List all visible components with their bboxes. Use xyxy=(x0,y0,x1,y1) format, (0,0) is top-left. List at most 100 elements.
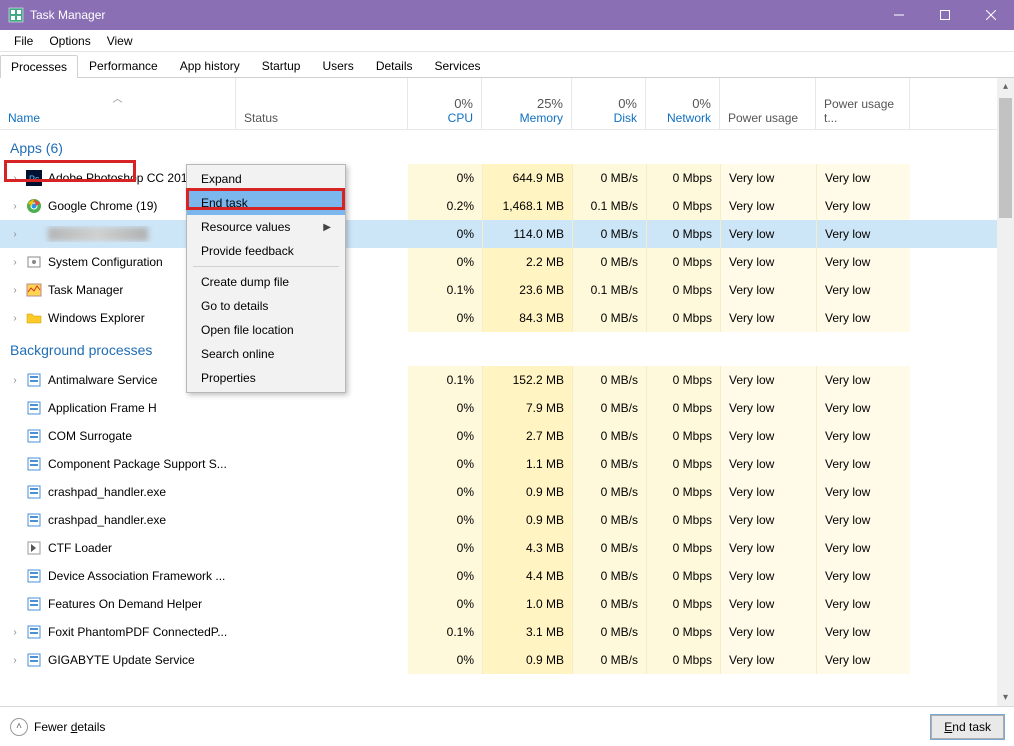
process-row[interactable]: ›Antimalware Service0.1%152.2 MB0 MB/s0 … xyxy=(0,366,1014,394)
tab-details[interactable]: Details xyxy=(365,54,424,77)
process-row[interactable]: ›System Configuration0%2.2 MB0 MB/s0 Mbp… xyxy=(0,248,1014,276)
process-row[interactable]: ›crashpad_handler.exe0%0.9 MB0 MB/s0 Mbp… xyxy=(0,506,1014,534)
process-row[interactable]: ›Component Package Support S...0%1.1 MB0… xyxy=(0,450,1014,478)
process-name: crashpad_handler.exe xyxy=(48,513,166,527)
col-power-trend[interactable]: Power usage t... xyxy=(816,78,910,129)
cell-disk: 0 MB/s xyxy=(572,220,646,248)
cell-pu: Very low xyxy=(720,366,816,394)
process-row[interactable]: ›0%114.0 MB0 MB/s0 MbpsVery lowVery low xyxy=(0,220,1014,248)
close-button[interactable] xyxy=(968,0,1014,30)
cell-mem: 23.6 MB xyxy=(482,276,572,304)
ctx-resource-values[interactable]: Resource values▶ xyxy=(187,215,345,239)
sq-icon xyxy=(26,372,42,388)
titlebar[interactable]: Task Manager xyxy=(0,0,1014,30)
cell-mem: 1.0 MB xyxy=(482,590,572,618)
process-name: System Configuration xyxy=(48,255,163,269)
cell-pu: Very low xyxy=(720,478,816,506)
expand-icon[interactable]: › xyxy=(10,313,20,324)
col-power-usage[interactable]: Power usage xyxy=(720,78,816,129)
process-row[interactable]: ›PsAdobe Photoshop CC 2014 (2)0%644.9 MB… xyxy=(0,164,1014,192)
cell-put: Very low xyxy=(816,562,910,590)
scroll-thumb[interactable] xyxy=(999,98,1012,218)
col-name[interactable]: ︿ Name xyxy=(0,78,236,129)
redacted-name xyxy=(48,227,148,241)
menu-options[interactable]: Options xyxy=(41,32,98,50)
ctx-properties[interactable]: Properties xyxy=(187,366,345,390)
process-name: Application Frame H xyxy=(48,401,157,415)
cell-net: 0 Mbps xyxy=(646,276,720,304)
col-memory[interactable]: 25%Memory xyxy=(482,78,572,129)
cell-net: 0 Mbps xyxy=(646,618,720,646)
cell-cpu: 0% xyxy=(408,534,482,562)
ctx-expand[interactable]: Expand xyxy=(187,167,345,191)
cell-mem: 4.4 MB xyxy=(482,562,572,590)
col-cpu[interactable]: 0%CPU xyxy=(408,78,482,129)
cell-disk: 0 MB/s xyxy=(572,534,646,562)
expand-icon[interactable]: › xyxy=(10,285,20,296)
cell-disk: 0 MB/s xyxy=(572,164,646,192)
menu-view[interactable]: View xyxy=(99,32,141,50)
maximize-button[interactable] xyxy=(922,0,968,30)
group-apps: Apps (6) xyxy=(0,130,1014,164)
cell-pu: Very low xyxy=(720,220,816,248)
end-task-button[interactable]: End task xyxy=(931,715,1004,739)
process-row[interactable]: ›Foxit PhantomPDF ConnectedP...0.1%3.1 M… xyxy=(0,618,1014,646)
sq-icon xyxy=(26,484,42,500)
ctx-end-task[interactable]: End task xyxy=(187,191,345,215)
process-row[interactable]: ›crashpad_handler.exe0%0.9 MB0 MB/s0 Mbp… xyxy=(0,478,1014,506)
fewer-details-button[interactable]: ˄ Fewer details xyxy=(10,718,105,736)
ctx-provide-feedback[interactable]: Provide feedback xyxy=(187,239,345,263)
expand-icon[interactable]: › xyxy=(10,229,20,240)
cell-pu: Very low xyxy=(720,562,816,590)
expand-icon[interactable]: › xyxy=(10,257,20,268)
expand-icon[interactable]: › xyxy=(10,375,20,386)
expand-icon[interactable]: › xyxy=(10,173,20,184)
tab-services[interactable]: Services xyxy=(424,54,492,77)
tab-startup[interactable]: Startup xyxy=(251,54,312,77)
ctx-open-file-location[interactable]: Open file location xyxy=(187,318,345,342)
cell-cpu: 0% xyxy=(408,422,482,450)
process-row[interactable]: ›CTF Loader0%4.3 MB0 MB/s0 MbpsVery lowV… xyxy=(0,534,1014,562)
cell-pu: Very low xyxy=(720,192,816,220)
cell-disk: 0 MB/s xyxy=(572,450,646,478)
cell-pu: Very low xyxy=(720,534,816,562)
minimize-button[interactable] xyxy=(876,0,922,30)
tab-performance[interactable]: Performance xyxy=(78,54,169,77)
tab-app-history[interactable]: App history xyxy=(169,54,251,77)
process-row[interactable]: ›Task Manager0.1%23.6 MB0.1 MB/s0 MbpsVe… xyxy=(0,276,1014,304)
process-row[interactable]: ›Windows Explorer0%84.3 MB0 MB/s0 MbpsVe… xyxy=(0,304,1014,332)
cell-net: 0 Mbps xyxy=(646,220,720,248)
expand-icon[interactable]: › xyxy=(10,655,20,666)
cell-pu: Very low xyxy=(720,422,816,450)
cell-net: 0 Mbps xyxy=(646,422,720,450)
cell-net: 0 Mbps xyxy=(646,394,720,422)
process-row[interactable]: ›GIGABYTE Update Service0%0.9 MB0 MB/s0 … xyxy=(0,646,1014,674)
process-row[interactable]: ›Device Association Framework ...0%4.4 M… xyxy=(0,562,1014,590)
col-status[interactable]: Status xyxy=(236,78,408,129)
scroll-up-icon[interactable]: ▴ xyxy=(997,78,1014,95)
col-network[interactable]: 0%Network xyxy=(646,78,720,129)
process-row[interactable]: ›Google Chrome (19)0.2%1,468.1 MB0.1 MB/… xyxy=(0,192,1014,220)
expand-icon[interactable]: › xyxy=(10,201,20,212)
process-row[interactable]: ›Application Frame H0%7.9 MB0 MB/s0 Mbps… xyxy=(0,394,1014,422)
cell-mem: 152.2 MB xyxy=(482,366,572,394)
tab-processes[interactable]: Processes xyxy=(0,55,78,78)
process-row[interactable]: ›COM Surrogate0%2.7 MB0 MB/s0 MbpsVery l… xyxy=(0,422,1014,450)
col-disk[interactable]: 0%Disk xyxy=(572,78,646,129)
ctx-go-to-details[interactable]: Go to details xyxy=(187,294,345,318)
ctx-create-dump[interactable]: Create dump file xyxy=(187,270,345,294)
tab-users[interactable]: Users xyxy=(311,54,364,77)
scroll-down-icon[interactable]: ▾ xyxy=(997,689,1014,706)
vertical-scrollbar[interactable]: ▴ ▾ xyxy=(997,78,1014,706)
cell-pu: Very low xyxy=(720,276,816,304)
ctx-search-online[interactable]: Search online xyxy=(187,342,345,366)
expand-icon[interactable]: › xyxy=(10,627,20,638)
cell-disk: 0 MB/s xyxy=(572,506,646,534)
cell-disk: 0 MB/s xyxy=(572,422,646,450)
process-row[interactable]: ›Features On Demand Helper0%1.0 MB0 MB/s… xyxy=(0,590,1014,618)
ctx-separator xyxy=(193,266,339,267)
cell-disk: 0 MB/s xyxy=(572,304,646,332)
process-name: Component Package Support S... xyxy=(48,457,227,471)
menu-file[interactable]: File xyxy=(6,32,41,50)
rows-container: Apps (6)›PsAdobe Photoshop CC 2014 (2)0%… xyxy=(0,130,1014,706)
